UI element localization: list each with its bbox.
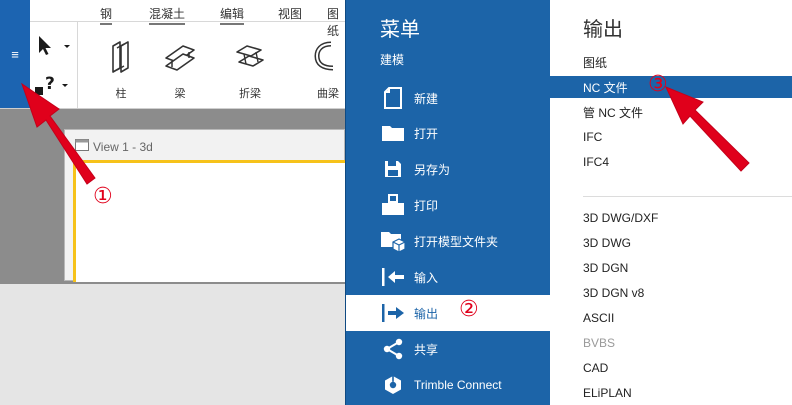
export-eliplan[interactable]: ELiPLAN: [550, 382, 792, 404]
export-nc-files[interactable]: NC 文件: [550, 76, 792, 98]
export-ifc[interactable]: IFC: [550, 126, 792, 148]
new-file-icon: [380, 86, 406, 110]
menu-item-export[interactable]: 输出: [346, 295, 551, 331]
export-cad[interactable]: CAD: [550, 357, 792, 379]
polybeam-button[interactable]: 折梁: [225, 40, 275, 104]
main-window: ≡ 钢 混凝土 编辑 视图 图纸 ? 柱 梁 折梁 曲梁 View 1 - 3d…: [0, 0, 345, 405]
printer-icon: [380, 193, 406, 217]
export-bvbs: BVBS: [583, 336, 616, 350]
ribbon-buttons: 柱 梁 折梁 曲梁: [78, 22, 345, 108]
export-3d-dgn[interactable]: 3D DGN: [550, 257, 792, 279]
export-3d-dwg[interactable]: 3D DWG: [550, 232, 792, 254]
folder-icon: [380, 121, 406, 145]
menu-item-import[interactable]: 输入: [346, 259, 551, 295]
view-title: View 1 - 3d: [93, 140, 153, 154]
save-icon: [380, 157, 406, 181]
view-canvas[interactable]: [73, 160, 345, 282]
column-button[interactable]: 柱: [96, 40, 146, 104]
menu-item-share[interactable]: 共享: [346, 331, 551, 367]
import-icon: [380, 265, 406, 289]
menu-item-trimble-connect[interactable]: Trimble Connect: [346, 367, 551, 403]
export-ifc4[interactable]: IFC4: [550, 151, 792, 173]
ribbon-tabs: 钢 混凝土 编辑 视图 图纸: [30, 0, 345, 38]
menu-item-open[interactable]: 打开: [346, 115, 551, 151]
menu-item-open-model-folder[interactable]: 打开模型文件夹: [346, 223, 551, 259]
share-icon: [380, 337, 406, 361]
trimble-connect-icon: [380, 373, 406, 397]
polybeam-icon: [236, 45, 264, 67]
model-folder-icon: [380, 229, 406, 253]
menu-title: 菜单: [380, 19, 420, 41]
beam-button[interactable]: 梁: [155, 40, 205, 104]
menu-item-new[interactable]: 新建: [346, 80, 551, 116]
export-3d-dwg-dxf[interactable]: 3D DWG/DXF: [550, 207, 792, 229]
export-drawings[interactable]: 图纸: [550, 51, 792, 73]
selection-tools: ?: [30, 22, 78, 108]
export-icon: [380, 301, 406, 325]
view-window-icon: [75, 139, 89, 151]
tab-view[interactable]: 视图: [278, 5, 302, 22]
column-icon: [112, 41, 129, 73]
curved-beam-button[interactable]: 曲梁: [303, 40, 345, 104]
export-3d-dgn-v8[interactable]: 3D DGN v8: [550, 282, 792, 304]
file-menu-panel: 菜单 建模 新建 打开 另存为 打印 打开模型文件夹 输入 输出 共享 Trim…: [345, 0, 551, 405]
step-marker-1: ①: [93, 184, 113, 209]
hamburger-icon: ≡: [11, 46, 19, 62]
export-tube-nc-files[interactable]: 管 NC 文件: [550, 101, 792, 123]
query-icon[interactable]: ?: [32, 72, 74, 98]
menu-section-modeling: 建模: [380, 53, 405, 67]
submenu-title: 输出: [583, 19, 623, 41]
submenu-divider: [583, 196, 792, 197]
export-submenu: 输出 图纸 NC 文件 管 NC 文件 IFC IFC4 3D DWG/DXF …: [550, 0, 792, 405]
hamburger-menu-button[interactable]: ≡: [0, 0, 30, 108]
menu-item-save-as[interactable]: 另存为: [346, 151, 551, 187]
export-ascii[interactable]: ASCII: [550, 307, 792, 329]
step-marker-3: ③: [648, 72, 668, 97]
curved-beam-icon: [314, 41, 334, 71]
menu-item-print[interactable]: 打印: [346, 187, 551, 223]
step-marker-2: ②: [459, 297, 479, 322]
pointer-icon[interactable]: [34, 34, 74, 56]
beam-icon: [165, 45, 195, 71]
model-work-area: View 1 - 3d: [0, 108, 345, 405]
svg-text:?: ?: [45, 74, 55, 94]
